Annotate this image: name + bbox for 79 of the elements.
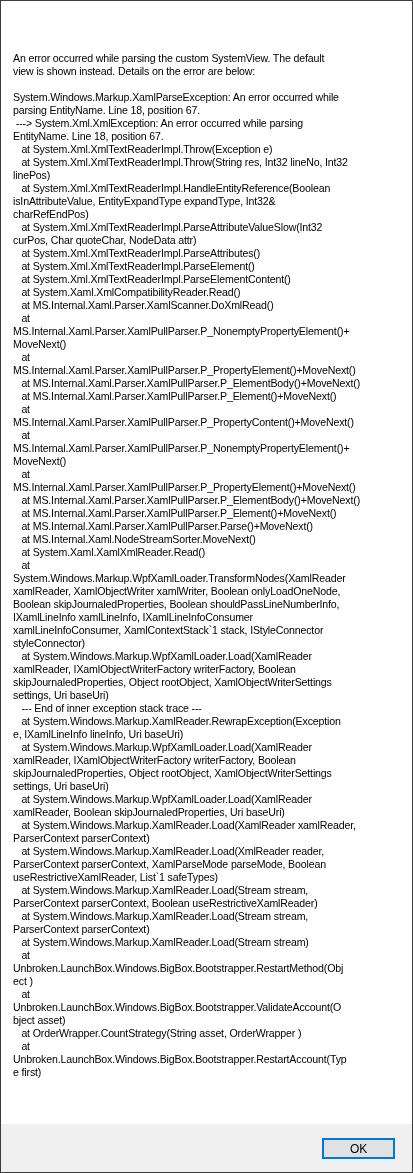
- error-text-line: at: [20, 949, 30, 962]
- error-text-line: at System.Windows.Markup.XamlReader.Load(XmlReader reader,: [20, 845, 325, 858]
- error-text-line: MS.Internal.Xaml.Parser.XamlPullParser.P_PropertyContent()+MoveNext(): [13, 416, 354, 429]
- error-text-line: at System.Windows.Markup.XamlReader.Load(Stream stream): [20, 936, 309, 949]
- error-text-line: view is shown instead. Details on the error are below:: [13, 65, 256, 78]
- error-text-line: EntityName. Line 18, position 67.: [13, 130, 164, 143]
- error-text-line: ParserContext parserContext, Boolean useRestrictiveXamlReader): [13, 897, 318, 910]
- error-text-line: Unbroken.LaunchBox.Windows.BigBox.Bootstrapper.ValidateAccount(O: [13, 1001, 342, 1014]
- error-text-line: at MS.Internal.Xaml.Parser.XamlPullParser.P_ElementBody()+MoveNext(): [20, 377, 361, 390]
- error-text-line: at System.Xml.XmlTextReaderImpl.ParseElementContent(): [20, 273, 291, 286]
- ok-button[interactable]: OK: [322, 1137, 395, 1159]
- error-text-line: charRefEndPos): [13, 208, 89, 221]
- error-text-line: curPos, Char quoteChar, NodeData attr): [13, 234, 197, 247]
- error-text-line: ---> System.Xml.XmlException: An error occurred while parsing: [14, 117, 304, 130]
- error-text-line: at: [20, 429, 30, 442]
- error-text-line: at System.Windows.Markup.WpfXamlLoader.Load(XamlReader: [20, 793, 312, 806]
- error-text-line: at System.Windows.Markup.XamlReader.Load(Stream stream,: [20, 910, 309, 923]
- error-text-line: at System.Xaml.XamlXmlReader.Read(): [20, 546, 206, 559]
- error-text-line: at MS.Internal.Xaml.NodeStreamSorter.MoveNext(): [20, 533, 256, 546]
- error-text-line: settings, Uri baseUri): [13, 689, 109, 702]
- error-text-line: skipJournaledProperties, Object rootObject, XamlObjectWriterSettings: [13, 676, 332, 689]
- error-text-line: IXamlLineInfo xamlLineInfo, IXamlLineInfoConsumer: [13, 611, 253, 624]
- error-text-line: at System.Windows.Markup.XamlReader.Load(XamlReader xamlReader,: [20, 819, 356, 832]
- error-text-line: MS.Internal.Xaml.Parser.XamlPullParser.P_PropertyElement()+MoveNext(): [13, 364, 356, 377]
- error-text-line: MoveNext(): [13, 338, 67, 351]
- error-text-line: at: [20, 312, 30, 325]
- error-text-line: xamlReader, IXamlObjectWriterFactory writerFactory, Boolean: [13, 663, 296, 676]
- error-text-line: at System.Windows.Markup.XamlReader.Load(Stream stream,: [20, 884, 309, 897]
- error-text-line: at System.Xaml.XmlCompatibilityReader.Read(): [20, 286, 241, 299]
- error-text-line: xamlLineInfoConsumer, XamlContextStack`1 stack, IStyleConnector: [13, 624, 324, 637]
- error-text-line: at System.Xml.XmlTextReaderImpl.ParseElement(): [20, 260, 255, 273]
- error-text-line: at System.Xml.XmlTextReaderImpl.ParseAttributeValueSlow(Int32: [20, 221, 323, 234]
- error-text-line: MS.Internal.Xaml.Parser.XamlPullParser.P_NonemptyPropertyElement()+: [13, 442, 350, 455]
- error-text-line: at MS.Internal.Xaml.Parser.XamlPullParser.P_Element()+MoveNext(): [20, 390, 337, 403]
- error-text-line: at MS.Internal.Xaml.Parser.XamlPullParser.P_Element()+MoveNext(): [20, 507, 337, 520]
- error-text-line: Boolean skipJournaledProperties, Boolean shouldPassLineNumberInfo,: [13, 598, 340, 611]
- error-text-line: e, IXamlLineInfo lineInfo, Uri baseUri): [13, 728, 184, 741]
- error-text-line: at: [20, 988, 30, 1001]
- error-text-line: at MS.Internal.Xaml.Parser.XamlPullParser.P_ElementBody()+MoveNext(): [20, 494, 361, 507]
- error-text-line: skipJournaledProperties, Object rootObject, XamlObjectWriterSettings: [13, 767, 332, 780]
- error-text-line: xamlReader, XamlObjectWriter xamlWriter, Boolean onlyLoadOneNode,: [13, 585, 341, 598]
- error-text-line: linePos): [13, 169, 51, 182]
- error-text-line: MS.Internal.Xaml.Parser.XamlPullParser.P_PropertyElement()+MoveNext(): [13, 481, 356, 494]
- error-text-line: settings, Uri baseUri): [13, 780, 109, 793]
- error-text-line: at: [20, 351, 30, 364]
- error-text-line: Unbroken.LaunchBox.Windows.BigBox.Bootstrapper.RestartAccount(Typ: [13, 1053, 347, 1066]
- error-text-line: --- End of inner exception stack trace ---: [20, 702, 202, 715]
- error-text-line: at System.Windows.Markup.WpfXamlLoader.Load(XamlReader: [20, 741, 312, 754]
- error-text-line: ParserContext parserContext): [13, 832, 150, 845]
- error-text-line: ParserContext parserContext, XamlParseMode parseMode, Boolean: [13, 858, 326, 871]
- error-text-line: MoveNext(): [13, 455, 67, 468]
- error-text-line: at: [20, 403, 30, 416]
- error-text-line: at System.Xml.XmlTextReaderImpl.Throw(Exception e): [20, 143, 273, 156]
- error-text-line: at: [20, 468, 30, 481]
- error-text-line: at System.Xml.XmlTextReaderImpl.ParseAttributes(): [20, 247, 261, 260]
- error-text-line: xamlReader, IXamlObjectWriterFactory writerFactory, Boolean: [13, 754, 296, 767]
- error-text-line: at MS.Internal.Xaml.Parser.XamlPullParser.Parse()+MoveNext(): [20, 520, 313, 533]
- error-text-line: e first): [13, 1066, 42, 1079]
- error-text-line: ParserContext parserContext): [13, 923, 150, 936]
- error-text-line: An error occurred while parsing the custom SystemView. The default: [13, 52, 325, 65]
- error-text-line: at System.Windows.Markup.XamlReader.RewrapException(Exception: [20, 715, 341, 728]
- error-text-line: at MS.Internal.Xaml.Parser.XamlScanner.DoXmlRead(): [20, 299, 274, 312]
- error-text-line: at OrderWrapper.CountStrategy(String asset, OrderWrapper ): [20, 1027, 302, 1040]
- error-text-line: at: [20, 559, 30, 572]
- error-text-line: bject asset): [13, 1014, 66, 1027]
- error-text-line: styleConnector): [13, 637, 85, 650]
- error-text-line: xamlReader, Boolean skipJournaledProperties, Uri baseUri): [13, 806, 285, 819]
- error-text-line: parsing EntityName. Line 18, position 67.: [13, 104, 200, 117]
- error-text-line: System.Windows.Markup.XamlParseException: An error occurred while: [13, 91, 339, 104]
- error-text-line: at System.Xml.XmlTextReaderImpl.Throw(String res, Int32 lineNo, Int32: [20, 156, 348, 169]
- error-text-line: ect ): [13, 975, 33, 988]
- error-text-line: at: [20, 1040, 30, 1053]
- error-text-line: isInAttributeValue, EntityExpandType expandType, Int32&: [13, 195, 276, 208]
- error-text-line: Unbroken.LaunchBox.Windows.BigBox.Bootstrapper.RestartMethod(Obj: [13, 962, 344, 975]
- error-text-line: at System.Windows.Markup.WpfXamlLoader.Load(XamlReader: [20, 650, 312, 663]
- error-text-line: System.Windows.Markup.WpfXamlLoader.TransformNodes(XamlReader: [13, 572, 346, 585]
- error-text-line: MS.Internal.Xaml.Parser.XamlPullParser.P_NonemptyPropertyElement()+: [13, 325, 350, 338]
- error-text-line: at System.Xml.XmlTextReaderImpl.HandleEntityReference(Boolean: [20, 182, 331, 195]
- error-text-line: useRestrictiveXamlReader, List`1 safeTypes): [13, 871, 218, 884]
